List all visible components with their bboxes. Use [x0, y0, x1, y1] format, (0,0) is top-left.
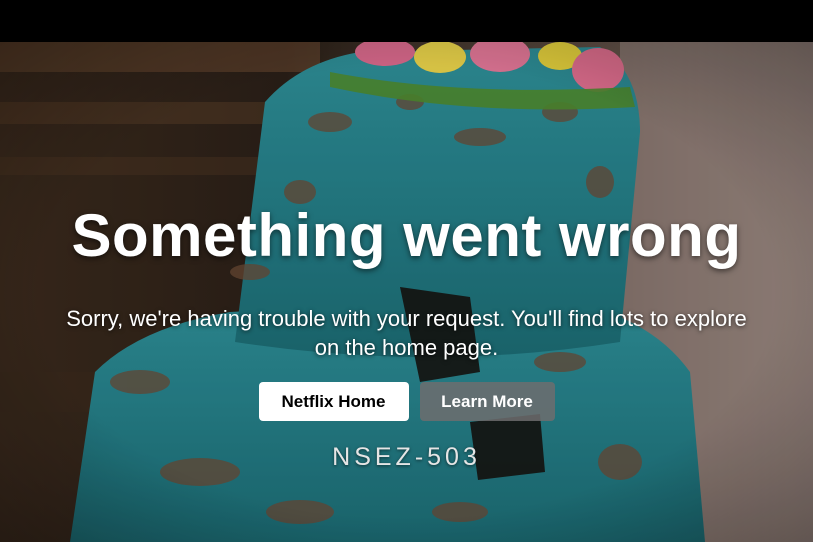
netflix-home-button[interactable]: Netflix Home	[258, 382, 409, 421]
error-title: Something went wrong	[71, 202, 742, 269]
action-buttons: Netflix Home Learn More	[0, 382, 813, 421]
top-bar	[0, 0, 813, 42]
learn-more-button[interactable]: Learn More	[419, 382, 555, 421]
error-content: Something went wrong Sorry, we're having…	[0, 196, 813, 472]
error-message: Sorry, we're having trouble with your re…	[66, 306, 747, 360]
error-page: Something went wrong Sorry, we're having…	[0, 0, 813, 542]
error-code: NSEZ-503	[332, 443, 481, 471]
